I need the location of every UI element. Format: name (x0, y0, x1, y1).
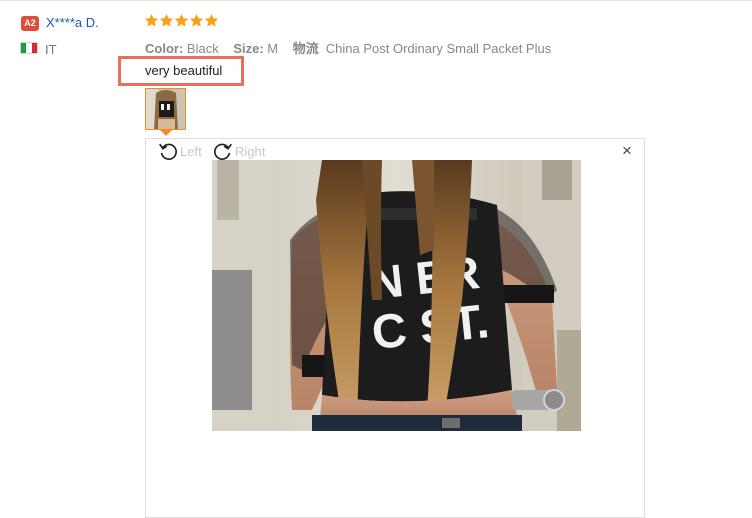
star-icon (144, 13, 159, 27)
star-icon (174, 13, 189, 27)
reviewer-name[interactable]: X****a D. (46, 15, 99, 30)
close-viewer-button[interactable]: × (620, 142, 634, 159)
rotate-left-icon (157, 140, 179, 162)
feedback-text: very beautiful (145, 63, 223, 78)
attribute-key-size: Size: (233, 41, 264, 56)
attribute-value-size: M (267, 41, 279, 56)
rotate-right-label: Right (235, 143, 266, 159)
italy-flag-icon (20, 42, 38, 54)
review-photo: N ER C ST. (212, 160, 581, 431)
star-icon (189, 13, 204, 27)
rotate-right-button[interactable]: Right (212, 140, 265, 162)
rotate-left-label: Left (180, 143, 202, 159)
top-divider (0, 0, 752, 1)
attribute-value-color: Black (186, 41, 219, 56)
attribute-key-color: Color: (145, 41, 184, 56)
rotate-right-icon (212, 140, 234, 162)
review-photo-thumbnail[interactable] (145, 88, 186, 130)
star-icon (159, 13, 174, 27)
star-rating (144, 13, 219, 27)
rotate-left-button[interactable]: Left (157, 140, 202, 162)
thumbnail-pointer-icon (160, 130, 172, 136)
star-icon (204, 13, 219, 27)
attribute-value-shipping: China Post Ordinary Small Packet Plus (325, 41, 552, 56)
reviewer-country: IT (45, 42, 57, 57)
attribute-key-shipping: 物流 (292, 41, 319, 56)
buyer-level-badge: A2 (21, 16, 39, 31)
review-attributes: Color: Black Size: M 物流 China Post Ordina… (145, 38, 551, 57)
